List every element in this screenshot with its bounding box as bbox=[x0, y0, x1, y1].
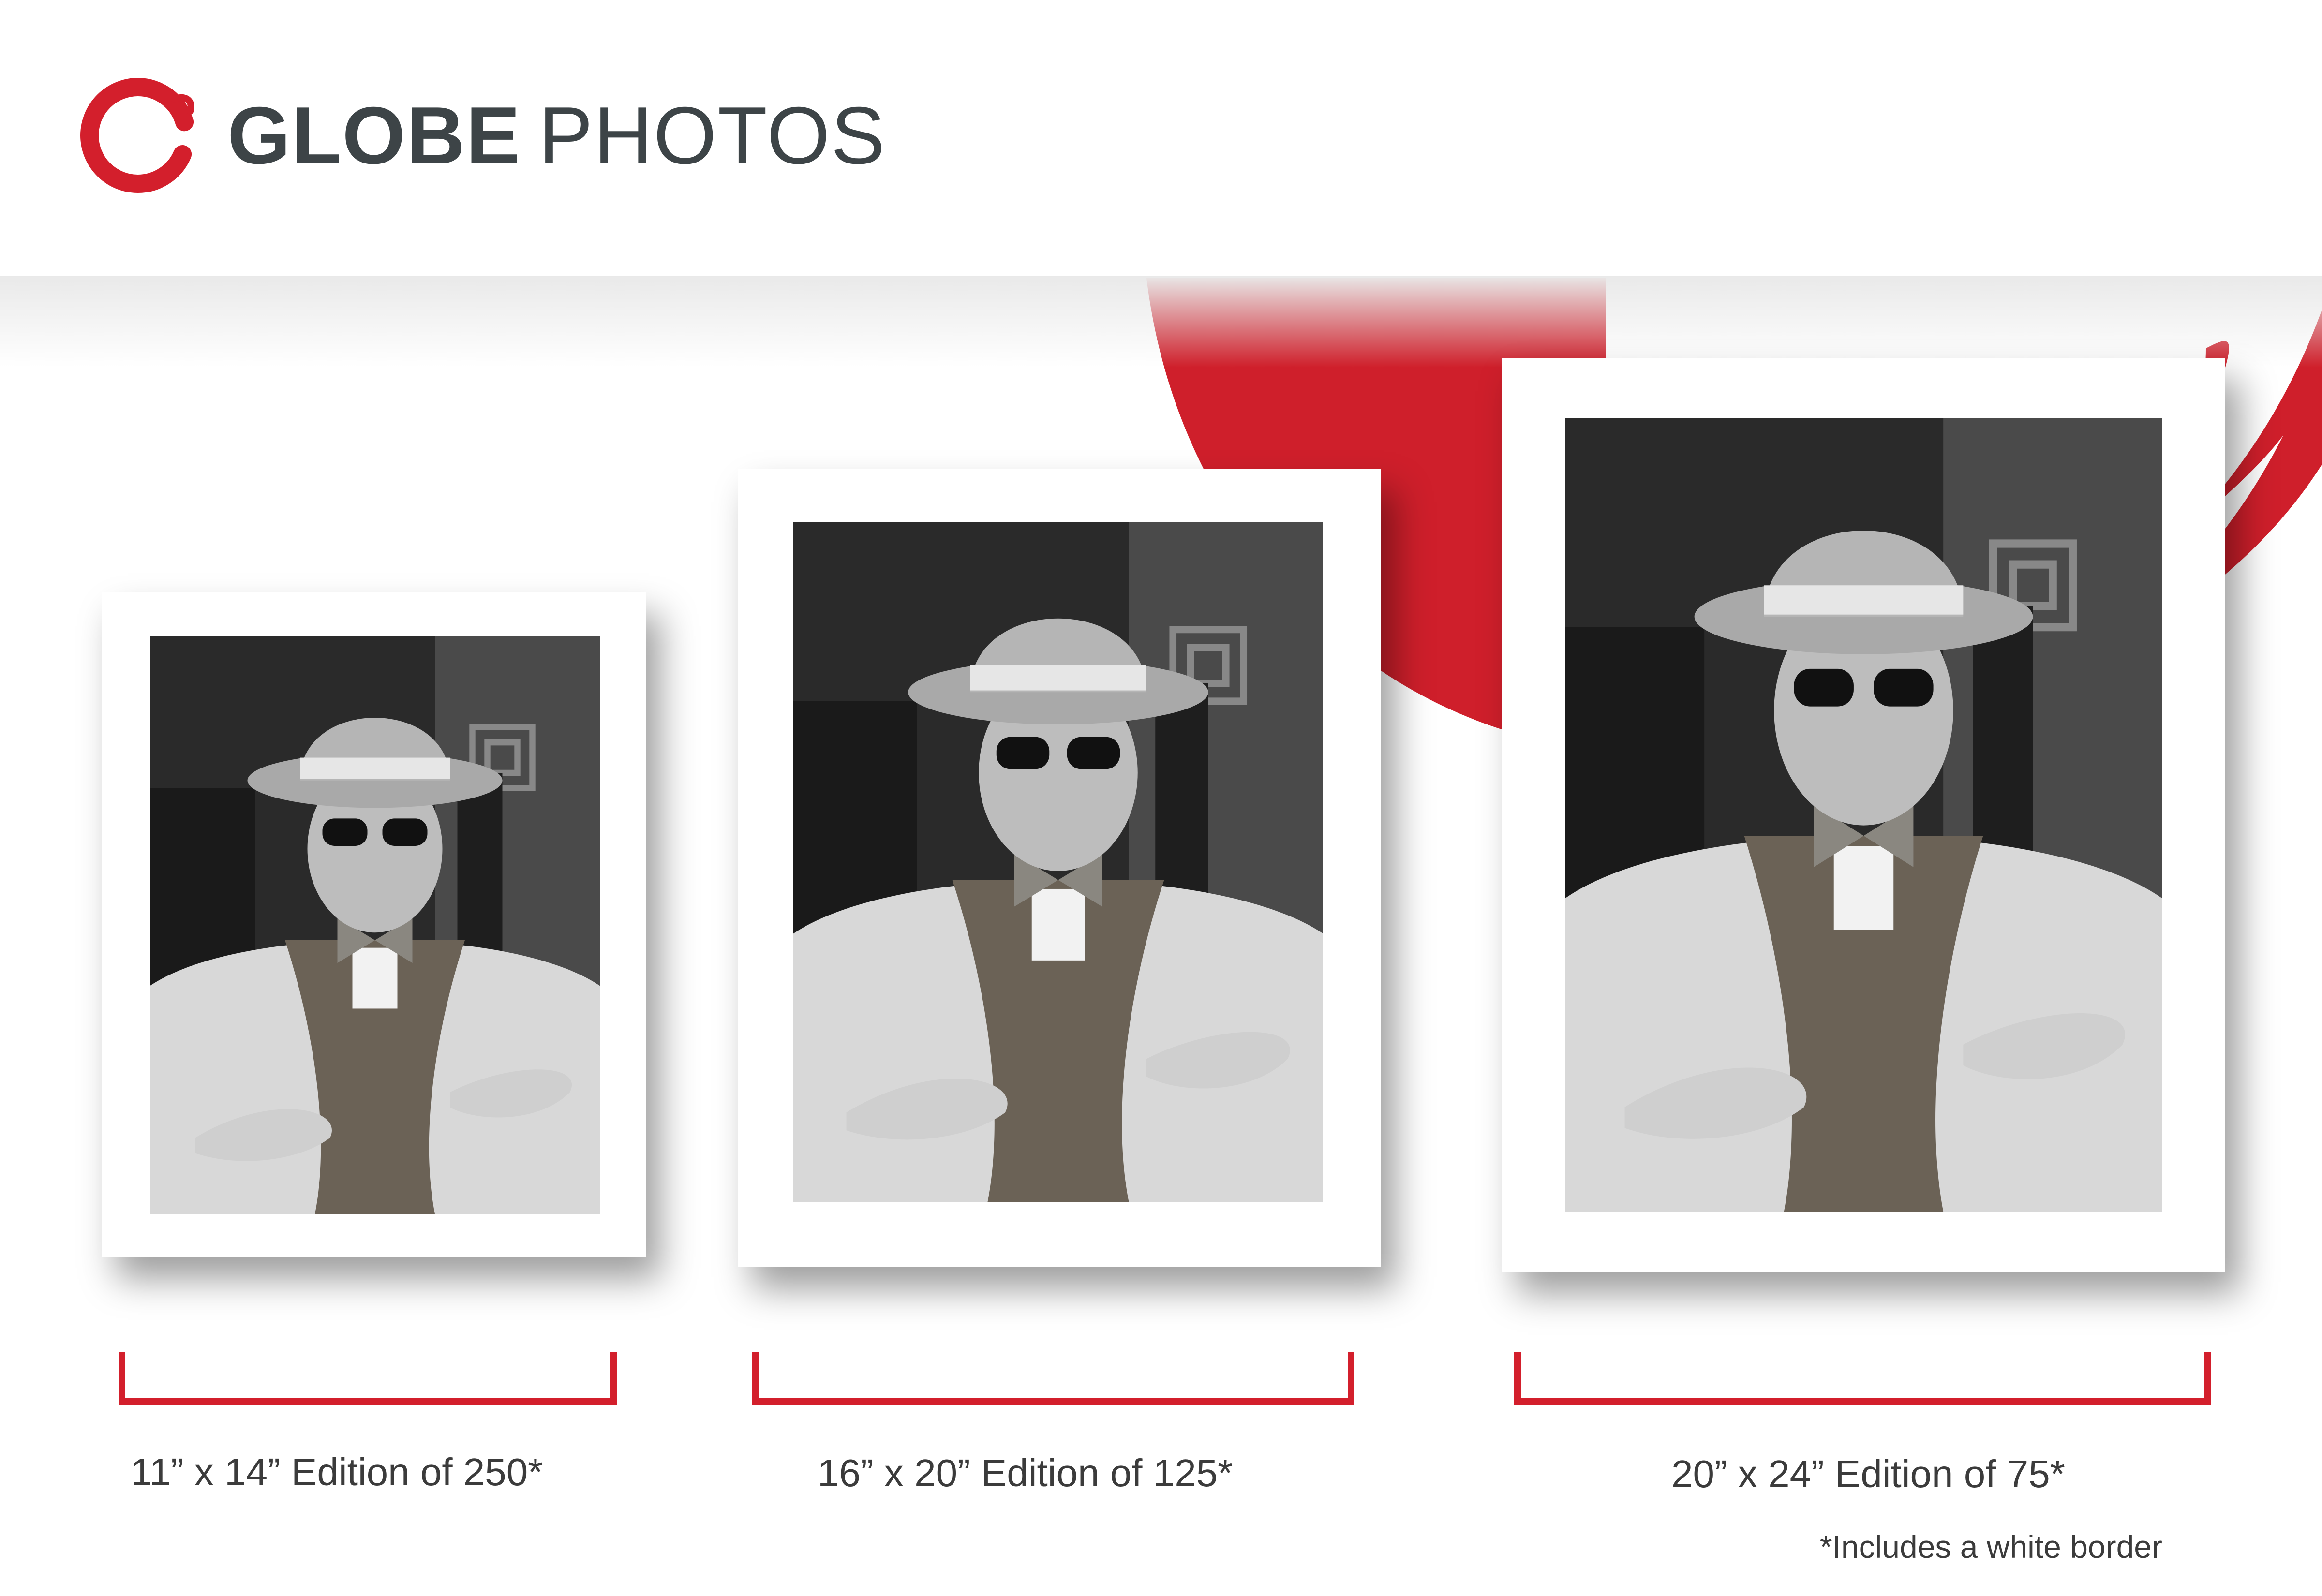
size-bracket-large bbox=[1514, 1352, 2211, 1405]
print-medium bbox=[738, 469, 1381, 1267]
portrait-photo bbox=[793, 522, 1323, 1202]
portrait-photo bbox=[1565, 418, 2162, 1212]
edition-label-large: 20” x 24” Edition of 75* bbox=[1671, 1452, 2065, 1495]
print-large bbox=[1502, 358, 2225, 1272]
header-shadow bbox=[0, 276, 2322, 368]
portrait-photo bbox=[150, 636, 600, 1214]
portrait-photo-icon bbox=[1565, 418, 2162, 1212]
brand-name-light: PHOTOS bbox=[538, 90, 886, 181]
border-footnote: *Includes a white border bbox=[1819, 1529, 2162, 1565]
edition-label-small: 11” x 14” Edition of 250* bbox=[131, 1450, 543, 1493]
globe-logo-icon bbox=[80, 78, 195, 193]
portrait-photo-icon bbox=[793, 522, 1323, 1202]
size-bracket-medium bbox=[752, 1352, 1354, 1405]
brand-name: GLOBE PHOTOS bbox=[227, 87, 886, 184]
size-bracket-small bbox=[119, 1352, 617, 1405]
portrait-photo-icon bbox=[150, 636, 600, 1214]
header: GLOBE PHOTOS bbox=[0, 0, 2322, 276]
edition-label-medium: 16” x 20” Edition of 125* bbox=[818, 1451, 1233, 1494]
brand-name-bold: GLOBE bbox=[227, 90, 521, 181]
print-small bbox=[102, 592, 646, 1257]
